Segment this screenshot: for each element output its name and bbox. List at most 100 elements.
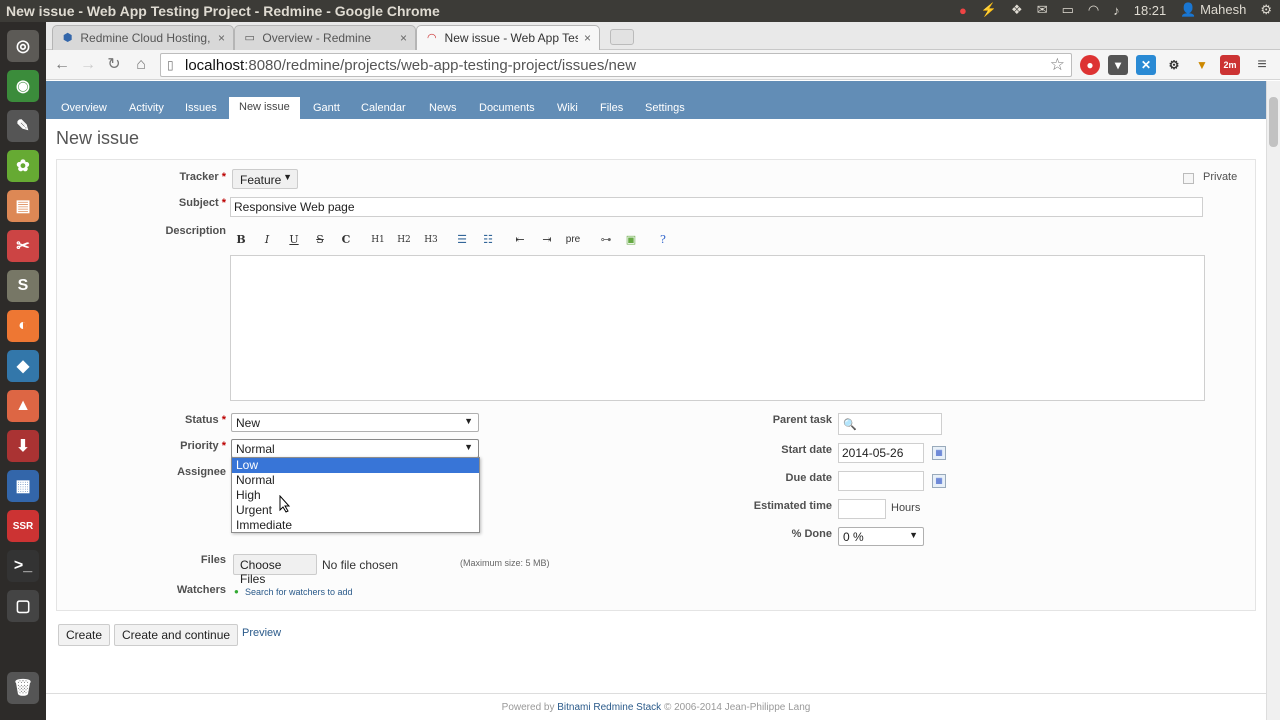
search-watchers-link[interactable]: Search for watchers to add	[245, 587, 353, 597]
wifi-icon[interactable]: ◠	[1088, 2, 1099, 18]
menu-news[interactable]: News	[429, 102, 457, 114]
volume-icon[interactable]: ♪	[1113, 3, 1120, 18]
footer-link[interactable]: Bitnami Redmine Stack	[557, 702, 661, 713]
mail-icon[interactable]: ✉	[1037, 2, 1048, 18]
estimated-time-input[interactable]	[838, 499, 886, 519]
tab-overview[interactable]: ▭ Overview - Redmine ×	[234, 25, 416, 50]
workspace-icon[interactable]: ▢	[7, 590, 39, 622]
heading1-button[interactable]: H1	[368, 231, 388, 249]
menu-overview[interactable]: Overview	[61, 102, 107, 114]
menu-calendar[interactable]: Calendar	[361, 102, 406, 114]
chrome-icon[interactable]: ◉	[7, 70, 39, 102]
priority-option-low[interactable]: Low	[232, 458, 479, 473]
trash-icon[interactable]: 🗑	[7, 672, 39, 704]
home-icon[interactable]: ⌂	[131, 55, 151, 75]
tab-new-issue[interactable]: ◠ New issue - Web App Tes ×	[416, 25, 600, 50]
preview-link[interactable]: Preview	[242, 627, 281, 639]
battery-icon[interactable]: ▭	[1062, 2, 1074, 18]
reload-icon[interactable]: ↻	[104, 55, 124, 75]
code-button[interactable]: C	[336, 231, 356, 249]
tracker-select[interactable]: Feature ▼	[232, 169, 298, 189]
menu-issues[interactable]: Issues	[185, 102, 217, 114]
subject-input[interactable]: Responsive Web page	[230, 197, 1203, 217]
menu-icon[interactable]: ≡	[1252, 55, 1272, 75]
app-icon[interactable]: ▲	[7, 390, 39, 422]
close-icon[interactable]: ×	[584, 31, 591, 45]
unordered-list-icon[interactable]: ☰	[452, 231, 472, 249]
clock[interactable]: 18:21	[1134, 3, 1167, 18]
page-scrollbar[interactable]	[1266, 81, 1280, 720]
download-icon[interactable]: ⬇	[7, 430, 39, 462]
bold-button[interactable]: B	[231, 231, 251, 249]
document-icon[interactable]: ▦	[7, 470, 39, 502]
priority-option-normal[interactable]: Normal	[232, 473, 479, 488]
menu-files[interactable]: Files	[600, 102, 623, 114]
strikethrough-button[interactable]: S	[310, 231, 330, 249]
heading2-button[interactable]: H2	[394, 231, 414, 249]
flag-icon[interactable]: ●	[959, 3, 967, 18]
close-icon[interactable]: ×	[218, 31, 225, 45]
choose-files-button[interactable]: Choose Files	[233, 554, 317, 586]
gear-icon[interactable]: ⚙	[1164, 55, 1184, 75]
status-select[interactable]: New ▼	[231, 413, 479, 432]
tab-redmine-hosting[interactable]: ⬢ Redmine Cloud Hosting, R ×	[52, 25, 234, 50]
private-checkbox[interactable]	[1183, 173, 1194, 184]
menu-gantt[interactable]: Gantt	[313, 102, 340, 114]
power-icon[interactable]: ⚡	[981, 2, 997, 18]
help-icon[interactable]: ?	[653, 231, 673, 249]
menu-wiki[interactable]: Wiki	[557, 102, 578, 114]
create-button[interactable]: Create	[58, 624, 111, 646]
done-select[interactable]: 0 % ▼	[838, 527, 924, 546]
priority-option-high[interactable]: High	[232, 488, 479, 503]
shield-icon[interactable]: ▼	[1192, 55, 1212, 75]
ssr-icon[interactable]: SSR	[7, 510, 39, 542]
close-icon[interactable]: ×	[400, 31, 407, 45]
menu-documents[interactable]: Documents	[479, 102, 535, 114]
calendar-icon[interactable]: ▦	[932, 446, 946, 460]
inkscape-icon[interactable]: ✿	[7, 150, 39, 182]
ordered-list-icon[interactable]: ☷	[478, 231, 498, 249]
description-textarea[interactable]	[230, 255, 1205, 401]
parent-task-input[interactable]: 🔍	[838, 413, 942, 435]
priority-option-urgent[interactable]: Urgent	[232, 503, 479, 518]
scrollbar-thumb[interactable]	[1269, 97, 1278, 147]
text-editor-icon[interactable]: ✎	[7, 110, 39, 142]
calendar-icon[interactable]: ▦	[932, 474, 946, 488]
menu-activity[interactable]: Activity	[129, 102, 164, 114]
start-date-input[interactable]: 2014-05-26	[838, 443, 924, 463]
extension-x-icon[interactable]: ✕	[1136, 55, 1156, 75]
sublime-icon[interactable]: S	[7, 270, 39, 302]
create-and-continue-button[interactable]: Create and continue	[114, 624, 239, 646]
indent-right-icon[interactable]: ⇥	[537, 231, 557, 249]
new-tab-button[interactable]	[610, 29, 634, 45]
link-icon[interactable]: ⊶	[596, 231, 616, 249]
indent-left-icon[interactable]: ⇤	[510, 231, 530, 249]
back-arrow-icon[interactable]: ←	[52, 55, 72, 75]
italic-button[interactable]: I	[257, 231, 277, 249]
settings-gear-icon[interactable]: ⚙	[1260, 2, 1272, 18]
firefox-icon[interactable]: ◐	[7, 310, 39, 342]
pocket-icon[interactable]: ▾	[1108, 55, 1128, 75]
bird-icon[interactable]: ◆	[7, 350, 39, 382]
files-icon[interactable]: ▤	[7, 190, 39, 222]
address-bar[interactable]: ▯ localhost:8080/redmine/projects/web-ap…	[160, 53, 1072, 77]
heading3-button[interactable]: H3	[421, 231, 441, 249]
terminal-icon[interactable]: >_	[7, 550, 39, 582]
priority-option-immediate[interactable]: Immediate	[232, 518, 479, 533]
image-icon[interactable]: ▣	[621, 231, 641, 249]
pre-button[interactable]: pre	[563, 231, 583, 249]
due-date-input[interactable]	[838, 471, 924, 491]
dropbox-icon[interactable]: ❖	[1011, 2, 1023, 18]
bookmark-star-icon[interactable]: ☆	[1050, 55, 1065, 75]
forward-arrow-icon[interactable]: →	[78, 55, 98, 75]
redmine-favicon-icon: ⬢	[62, 32, 73, 44]
underline-button[interactable]: U	[284, 231, 304, 249]
tools-icon[interactable]: ✂	[7, 230, 39, 262]
priority-select[interactable]: Normal ▼	[231, 439, 479, 458]
extension-badge[interactable]: 2m	[1220, 55, 1240, 75]
user-menu[interactable]: 👤 Mahesh	[1180, 2, 1246, 18]
dash-icon[interactable]: ◎	[7, 30, 39, 62]
menu-new-issue[interactable]: New issue	[229, 97, 300, 119]
adblock-icon[interactable]: ●	[1080, 55, 1100, 75]
menu-settings[interactable]: Settings	[645, 102, 685, 114]
